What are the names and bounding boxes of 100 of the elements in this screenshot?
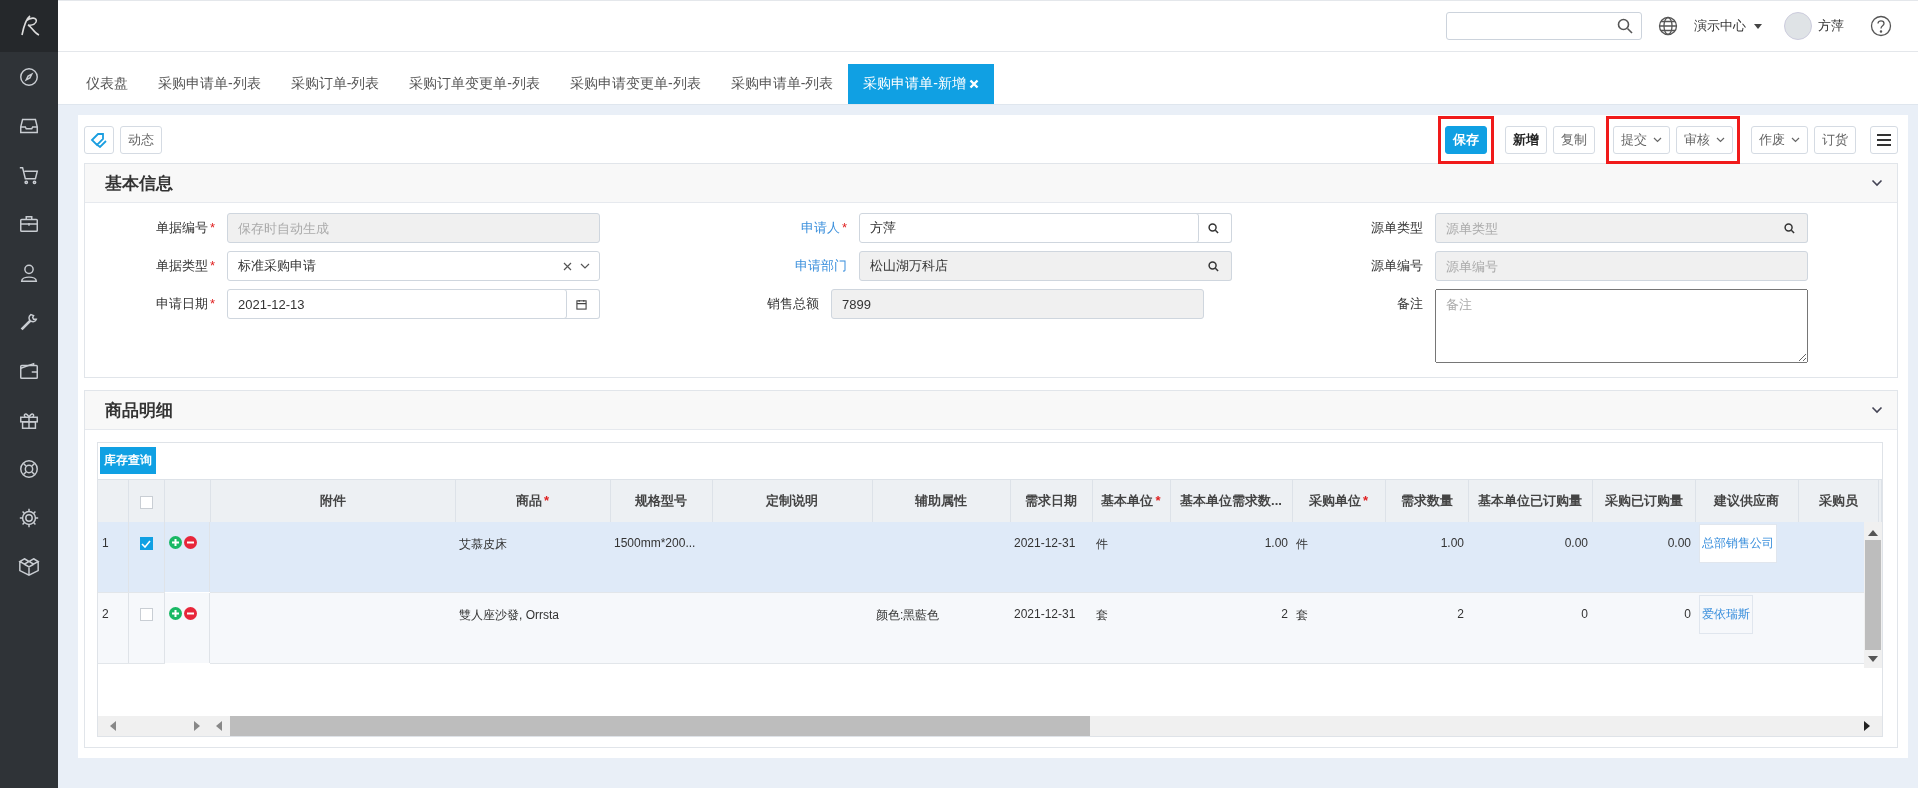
supplier-link[interactable]: 总部销售公司: [1699, 524, 1777, 563]
search-icon[interactable]: [1784, 222, 1795, 234]
toolbar-button[interactable]: 复制: [1553, 126, 1595, 154]
activity-button[interactable]: 动态: [120, 126, 162, 154]
horizontal-scrollbar[interactable]: [98, 716, 1882, 736]
column-header[interactable]: 规格型号: [635, 493, 687, 508]
column-header[interactable]: 附件: [319, 493, 346, 508]
organization-dropdown[interactable]: 演示中心: [1694, 17, 1762, 35]
add-row-icon[interactable]: [168, 536, 182, 549]
table-cell: 0: [1581, 607, 1588, 621]
close-icon[interactable]: [969, 79, 980, 89]
field-label: 单据编号: [155, 220, 208, 235]
add-row-icon[interactable]: [168, 606, 182, 620]
table-cell: 2: [1281, 607, 1288, 621]
column-header[interactable]: 基本单位: [1101, 493, 1154, 508]
tag-button[interactable]: [84, 126, 114, 154]
required-mark: *: [209, 220, 215, 235]
table-cell: 雙人座沙發, Orrsta: [459, 608, 559, 622]
table-cell: 1500mm*200...: [614, 536, 696, 550]
dropdown-button[interactable]: 审核: [1676, 126, 1733, 154]
table-cell: 1.00: [1440, 536, 1464, 550]
menu-icon: [1876, 133, 1892, 147]
remark-field[interactable]: 备注: [1435, 289, 1808, 363]
gear-icon[interactable]: [18, 506, 40, 529]
required-mark: *: [209, 296, 215, 311]
table-cell: 件: [1296, 537, 1308, 551]
table-cell: 2021-12-31: [1014, 607, 1076, 621]
panel-title: 基本信息: [105, 172, 173, 195]
lifebuoy-icon[interactable]: [18, 457, 40, 480]
required-mark: *: [1362, 493, 1369, 508]
chevron-down-icon: [1653, 137, 1662, 143]
table-cell: 1.00: [1264, 536, 1288, 550]
table-cell: 颜色:黑藍色: [876, 608, 940, 622]
tab[interactable]: 仪表盘: [71, 64, 143, 104]
input-field[interactable]: 标准采购申请: [227, 251, 600, 281]
clear-icon[interactable]: [563, 261, 572, 271]
user-name[interactable]: 方萍: [1818, 17, 1844, 35]
globe-icon[interactable]: [1658, 16, 1678, 36]
boxes-icon[interactable]: [18, 555, 40, 578]
column-header[interactable]: 商品: [515, 493, 542, 508]
compass-icon[interactable]: [18, 65, 40, 88]
chevron-down-icon[interactable]: [580, 263, 590, 269]
search-icon[interactable]: [1208, 222, 1219, 234]
table-cell: 2021-12-31: [1014, 536, 1076, 550]
table-cell: 2: [1457, 607, 1464, 621]
table-cell: 套: [1096, 608, 1108, 622]
row-number: 1: [98, 522, 128, 593]
menu-button[interactable]: [1870, 126, 1898, 154]
field-label: 单据类型: [155, 258, 208, 273]
dropdown-button[interactable]: 作废: [1751, 126, 1808, 154]
table-cell: 0.00: [1564, 536, 1588, 550]
row-number: 2: [98, 592, 128, 664]
table-cell: 0: [1684, 607, 1691, 621]
table-cell: 0.00: [1667, 536, 1691, 550]
tab[interactable]: 采购申请单-列表: [143, 64, 276, 104]
toolbar-button[interactable]: 新增: [1505, 126, 1547, 154]
help-icon[interactable]: [1870, 15, 1892, 37]
row-checkbox[interactable]: [139, 537, 153, 551]
input-field[interactable]: 2021-12-13: [227, 289, 567, 319]
select-all-checkbox[interactable]: [139, 495, 153, 509]
calendar-icon[interactable]: [576, 298, 587, 310]
row-checkbox[interactable]: [139, 608, 153, 622]
required-mark: *: [1155, 493, 1161, 508]
required-mark: *: [209, 258, 215, 273]
field-label: 申请人: [800, 220, 840, 235]
search-icon[interactable]: [1617, 18, 1633, 34]
table-cell: 艾慕皮床: [459, 537, 507, 551]
tab[interactable]: 采购订单-列表: [275, 64, 395, 104]
tab[interactable]: 采购订单变更单-列表: [394, 64, 555, 104]
chevron-down-icon: [1791, 137, 1800, 143]
remove-row-icon[interactable]: [183, 606, 197, 620]
column-header[interactable]: 采购单位: [1308, 493, 1361, 508]
column-header[interactable]: 采购员: [1818, 493, 1858, 508]
field-label: 备注: [1397, 296, 1423, 311]
chevron-icon[interactable]: [1871, 406, 1883, 414]
field-label: 申请部门: [795, 258, 847, 273]
field-label: 源单类型: [1371, 220, 1423, 235]
vertical-scrollbar[interactable]: [1864, 522, 1882, 668]
search-field[interactable]: [1446, 12, 1642, 40]
table-cell: 套: [1296, 608, 1308, 622]
tab[interactable]: 采购申请单-列表: [715, 64, 849, 104]
table-cell: 件: [1096, 537, 1108, 551]
tab[interactable]: 采购申请变更单-列表: [555, 64, 716, 104]
input-field[interactable]: 方萍: [859, 213, 1199, 243]
column-header[interactable]: 辅助属性: [915, 493, 967, 508]
field-label: 申请日期: [155, 296, 208, 311]
dropdown-button[interactable]: 提交: [1613, 126, 1670, 154]
avatar: [1784, 12, 1812, 40]
field-label: 销售总额: [767, 296, 819, 311]
remove-row-icon[interactable]: [183, 536, 197, 549]
chevron-icon[interactable]: [1871, 179, 1883, 187]
search-icon[interactable]: [1208, 260, 1219, 272]
toolbar-button[interactable]: 订货: [1814, 126, 1856, 154]
required-mark: *: [543, 493, 550, 508]
tags-icon: [90, 132, 108, 148]
field-label: 源单编号: [1371, 258, 1423, 273]
required-mark: *: [841, 220, 847, 235]
panel-title: 商品明细: [105, 399, 173, 422]
chevron-down-icon: [1716, 137, 1725, 143]
column-header[interactable]: 定制说明: [766, 493, 818, 508]
